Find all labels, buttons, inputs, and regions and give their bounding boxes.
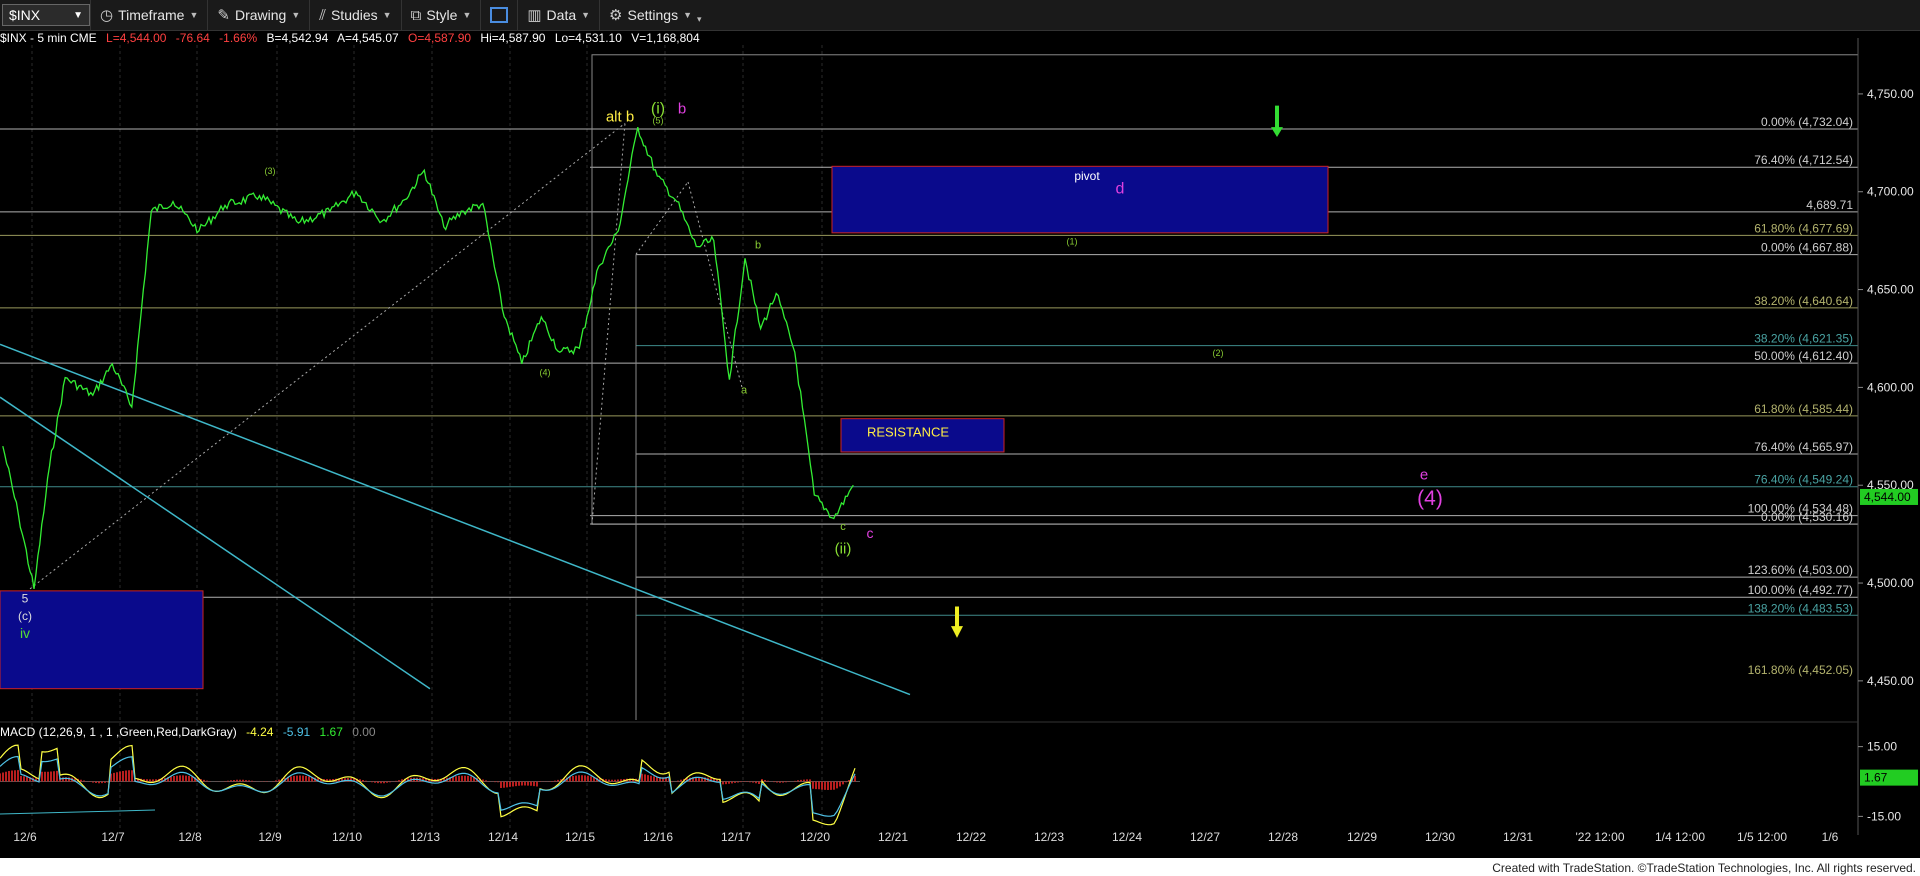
wave-annotation-label: e (1420, 466, 1428, 483)
wave-annotation-label: iv (20, 625, 30, 641)
price-tick-label: 4,500.00 (1867, 576, 1914, 590)
date-tick-label: 12/7 (101, 830, 125, 844)
wave-annotation-label: pivot (1074, 169, 1100, 183)
date-tick-label: 12/17 (721, 830, 751, 844)
macd-value-2: -5.91 (282, 725, 311, 739)
macd-tick-label: 15.00 (1867, 740, 1897, 754)
wave-annotation-label: (5) (653, 115, 664, 125)
macd-value-3: 1.67 (319, 725, 343, 739)
fib-level-label: 123.60% (4,503.00) (1748, 563, 1853, 577)
date-tick-label: 12/30 (1425, 830, 1455, 844)
wave-annotation-label: (c) (18, 609, 32, 623)
price-series-line (2, 127, 854, 589)
dotted-wave-line (29, 122, 626, 590)
wave-annotation-label: (1) (1067, 237, 1078, 247)
date-tick-label: 12/23 (1034, 830, 1064, 844)
fib-level-label: 38.20% (4,640.64) (1754, 294, 1853, 308)
macd-last-label: 1.67 (1864, 771, 1888, 785)
date-tick-label: 12/22 (956, 830, 986, 844)
price-tick-label: 4,750.00 (1867, 87, 1914, 101)
date-tick-label: 12/10 (332, 830, 362, 844)
macd-value-1: -4.24 (246, 725, 274, 739)
wave-annotation-label: a (741, 384, 748, 396)
date-tick-label: 12/14 (488, 830, 518, 844)
fib-level-label: 0.00% (4,667.88) (1761, 241, 1853, 255)
macd-title: MACD (12,26,9, 1 , 1 ,Green,Red,DarkGray… (0, 725, 237, 739)
date-tick-label: 12/31 (1503, 830, 1533, 844)
wave-annotation-label: (4) (1417, 487, 1443, 510)
date-tick-label: 12/15 (565, 830, 595, 844)
fib-level-label: 0.00% (4,530.16) (1761, 510, 1853, 524)
date-tick-label: 12/20 (800, 830, 830, 844)
wave-annotation-label: RESISTANCE (867, 424, 949, 439)
wave-annotation-label: (ii) (835, 541, 852, 558)
fib-level-label: 76.40% (4,565.97) (1754, 440, 1853, 454)
date-tick-label: 12/28 (1268, 830, 1298, 844)
wave-annotation-label: b (755, 239, 761, 251)
date-tick-label: 12/29 (1347, 830, 1377, 844)
macd-legend: MACD (12,26,9, 1 , 1 ,Green,Red,DarkGray… (0, 725, 382, 739)
price-tick-label: 4,700.00 (1867, 185, 1914, 199)
macd-histogram (0, 770, 856, 790)
target-up-arrow (1271, 105, 1283, 137)
fib-level-label: 4,689.71 (1806, 198, 1853, 212)
fib-level-label: 0.00% (4,732.04) (1761, 115, 1853, 129)
fib-level-label: 138.20% (4,483.53) (1748, 601, 1853, 615)
fib-level-label: 100.00% (4,492.77) (1748, 583, 1853, 597)
macd-tick-label: -15.00 (1867, 809, 1901, 823)
wave-iv-zone-box (0, 590, 204, 690)
macd-trendline (0, 809, 156, 815)
price-tick-label: 4,600.00 (1867, 380, 1914, 394)
wave-annotation-label: (3) (265, 166, 276, 176)
date-tick-label: 12/16 (643, 830, 673, 844)
wave-annotation-label: d (1116, 181, 1125, 198)
macd-signal-line (0, 755, 856, 817)
date-tick-label: 12/24 (1112, 830, 1142, 844)
date-tick-label: 12/27 (1190, 830, 1220, 844)
last-price-label: 4,544.00 (1864, 490, 1911, 504)
fib-level-label: 76.40% (4,712.54) (1754, 153, 1853, 167)
date-tick-label: 12/21 (878, 830, 908, 844)
date-tick-label: 1/5 12:00 (1737, 830, 1787, 844)
date-tick-label: 1/4 12:00 (1655, 830, 1705, 844)
wave-annotation-label: alt b (606, 108, 634, 125)
credit-text: Created with TradeStation. ©TradeStation… (1492, 861, 1916, 875)
dotted-wave-line (591, 123, 626, 525)
wave-annotation-label: 5 (22, 592, 29, 606)
fib-level-label: 61.80% (4,677.69) (1754, 221, 1853, 235)
price-tick-label: 4,450.00 (1867, 674, 1914, 688)
date-tick-label: 12/9 (258, 830, 282, 844)
fib-level-label: 50.00% (4,612.40) (1754, 349, 1853, 363)
macd-value-4: 0.00 (352, 725, 376, 739)
wave-annotation-label: (4) (540, 368, 551, 378)
date-tick-label: 12/6 (13, 830, 37, 844)
fib-level-label: 61.80% (4,585.44) (1754, 402, 1853, 416)
dotted-wave-line (635, 181, 689, 255)
wave-annotation-label: c (840, 521, 846, 533)
date-tick-label: 1/6 (1822, 830, 1839, 844)
date-tick-label: 12/8 (178, 830, 202, 844)
fib-level-label: 76.40% (4,549.24) (1754, 473, 1853, 487)
target-down-arrow (951, 606, 963, 638)
wave-annotation-label: c (867, 525, 874, 541)
wave-annotation-label: (2) (1213, 348, 1224, 358)
fib-level-label: 161.80% (4,452.05) (1748, 663, 1853, 677)
wave-annotation-label: b (678, 100, 686, 117)
fib-level-label: 38.20% (4,621.35) (1754, 332, 1853, 346)
date-tick-label: '22 12:00 (1575, 830, 1624, 844)
dotted-wave-line (687, 181, 743, 388)
price-tick-label: 4,650.00 (1867, 283, 1914, 297)
date-tick-label: 12/13 (410, 830, 440, 844)
